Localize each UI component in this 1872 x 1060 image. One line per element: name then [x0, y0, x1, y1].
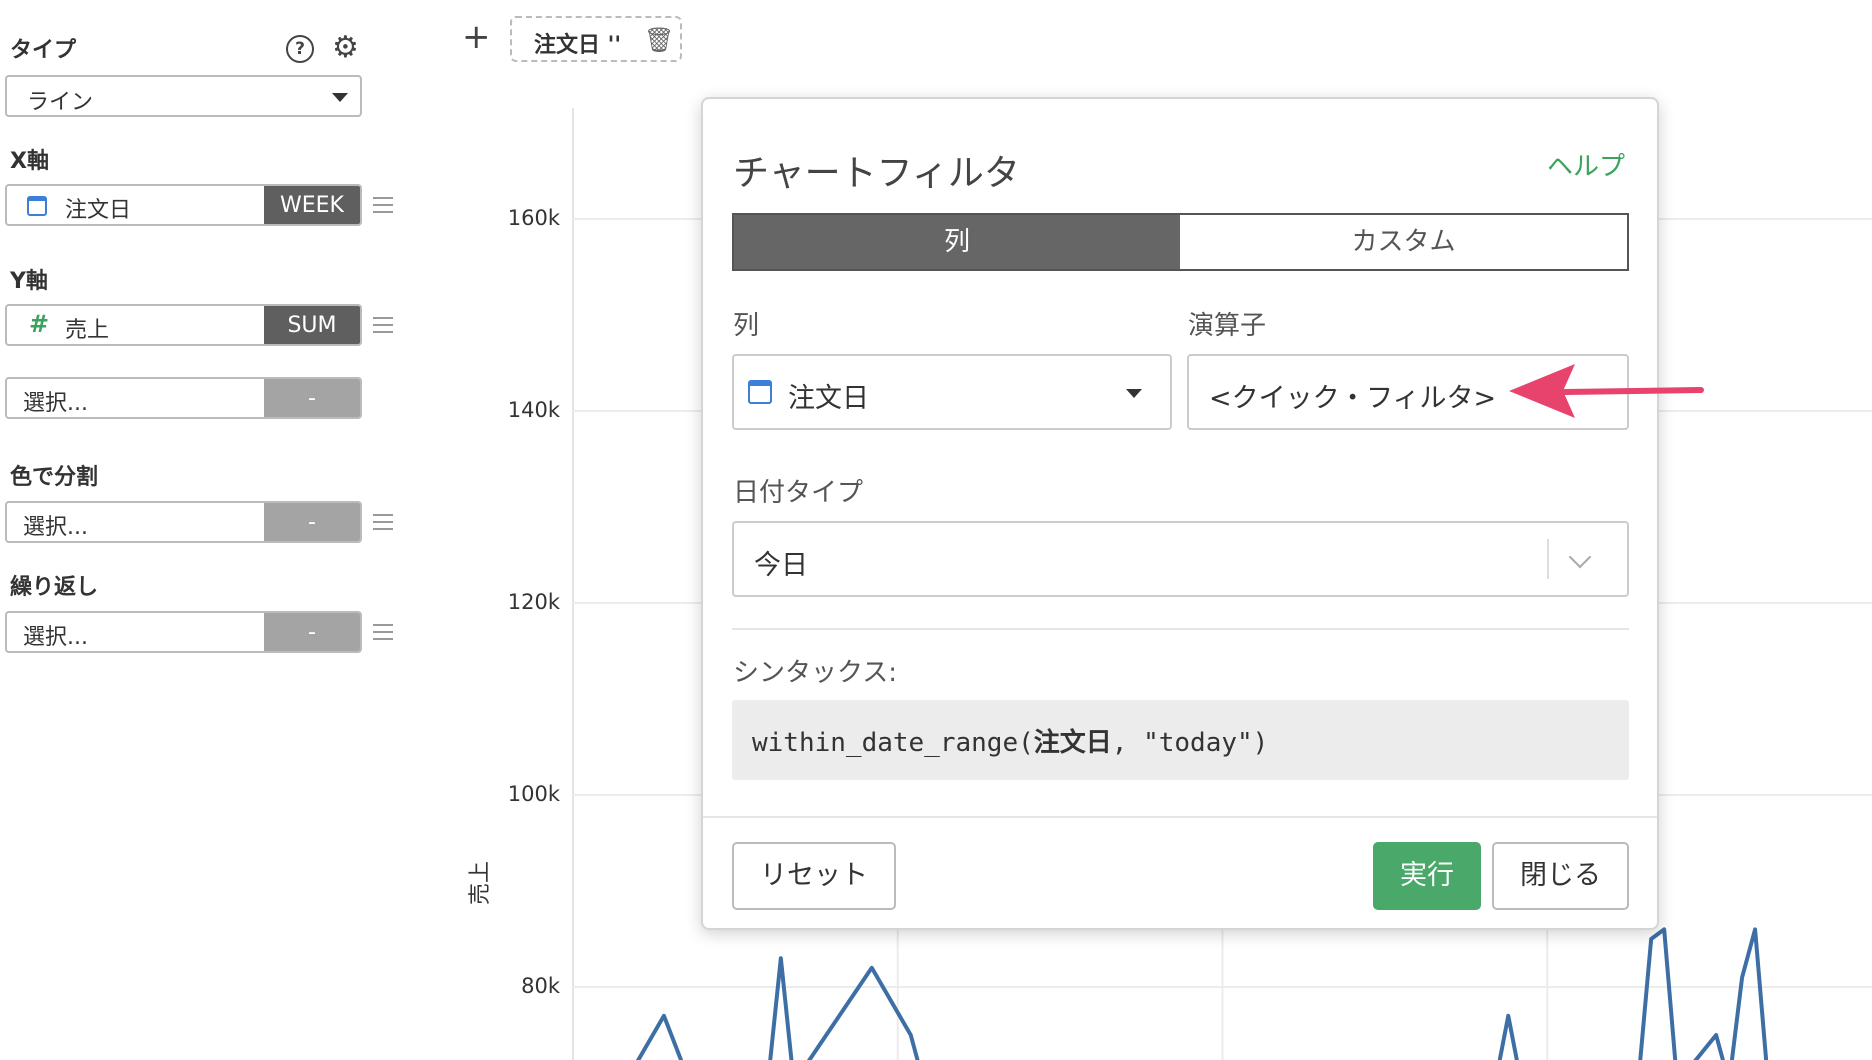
help-icon[interactable]: ?	[286, 35, 314, 63]
number-icon: #	[29, 310, 50, 338]
y-axis-2-agg-button[interactable]: -	[264, 379, 360, 417]
y-tick-100k: 100k	[507, 782, 560, 806]
column-select-value: 注文日	[788, 383, 869, 414]
date-type-label: 日付タイプ	[733, 478, 864, 508]
footer-divider	[703, 816, 1657, 818]
chevron-down-icon[interactable]	[1568, 545, 1592, 569]
repeat-menu-icon[interactable]	[373, 624, 393, 642]
trash-icon[interactable]: 🗑	[644, 26, 674, 54]
x-axis-agg-button[interactable]: WEEK	[264, 186, 360, 224]
add-filter-icon[interactable]: +	[462, 20, 491, 54]
help-link[interactable]: ヘルプ	[1547, 146, 1625, 183]
repeat-label: 繰り返し	[10, 575, 99, 600]
calendar-icon	[27, 196, 47, 216]
y-tick-160k: 160k	[507, 206, 560, 230]
x-axis-label: X軸	[10, 149, 49, 174]
y-axis-menu-icon[interactable]	[373, 317, 393, 335]
y-axis-column-name: 売上	[65, 318, 110, 343]
y-axis-label: 売上	[468, 860, 493, 905]
syntax-suffix: , "today")	[1111, 728, 1269, 758]
chart-type-select[interactable]: ライン	[5, 75, 362, 117]
column-label: 列	[733, 311, 760, 341]
y-axis-label: Y軸	[10, 269, 48, 294]
repeat-field[interactable]: 選択... -	[5, 611, 362, 653]
x-axis-field[interactable]: 注文日 WEEK	[5, 184, 362, 226]
repeat-agg-button[interactable]: -	[264, 613, 360, 651]
y-tick-120k: 120k	[507, 590, 560, 614]
y-tick-80k: 80k	[521, 974, 560, 998]
syntax-column: 注文日	[1033, 728, 1112, 758]
annotation-arrow	[1509, 364, 1704, 418]
y-axis-column-2[interactable]: 選択...	[7, 379, 266, 417]
syntax-label: シンタックス:	[733, 658, 897, 688]
operator-select-value: <クイック・フィルタ>	[1209, 383, 1497, 414]
repeat-column-name: 選択...	[23, 625, 88, 650]
y-axis-column-2-name: 選択...	[23, 391, 88, 416]
y-axis-field-2[interactable]: 選択... -	[5, 377, 362, 419]
tab-custom[interactable]: カスタム	[1180, 215, 1627, 269]
operator-label: 演算子	[1188, 311, 1267, 341]
tab-column[interactable]: 列	[734, 215, 1180, 269]
date-type-value: 今日	[754, 550, 808, 581]
x-axis-column[interactable]: 注文日	[7, 186, 266, 224]
chart-filter-dialog: チャートフィルタ ヘルプ 列 カスタム 列 演算子 注文日 <クイック・フィルタ…	[701, 97, 1659, 930]
color-split-agg-button[interactable]: -	[264, 503, 360, 541]
color-split-column-name: 選択...	[23, 515, 88, 540]
filter-chip[interactable]: 注文日 '' 🗑	[510, 16, 682, 62]
type-label: タイプ	[10, 38, 77, 63]
syntax-code: within_date_range(注文日, "today")	[752, 722, 1268, 759]
y-axis-agg-button[interactable]: SUM	[264, 306, 360, 344]
date-type-select[interactable]: 今日	[732, 521, 1629, 597]
caret-down-icon	[1126, 389, 1142, 398]
syntax-prefix: within_date_range(	[752, 728, 1034, 758]
calendar-icon	[748, 380, 772, 404]
divider	[732, 628, 1629, 630]
column-select[interactable]: 注文日	[732, 354, 1172, 430]
y-axis-column[interactable]: # 売上	[7, 306, 266, 344]
color-split-label: 色で分割	[10, 465, 99, 490]
filter-mode-tabs: 列 カスタム	[732, 213, 1629, 271]
y-axis-field[interactable]: # 売上 SUM	[5, 304, 362, 346]
chart-type-value: ライン	[27, 90, 94, 115]
caret-down-icon	[332, 93, 348, 102]
series-line	[635, 927, 1769, 1060]
x-axis-menu-icon[interactable]	[373, 197, 393, 215]
chart-config-sidebar: タイプ ? ⚙ ライン X軸 注文日 WEEK Y軸 # 売上 SUM 選択..…	[0, 0, 420, 1060]
y-tick-140k: 140k	[507, 398, 560, 422]
dialog-title: チャートフィルタ	[733, 153, 1020, 194]
gear-icon[interactable]: ⚙	[332, 33, 359, 63]
reset-button[interactable]: リセット	[732, 842, 896, 910]
color-split-menu-icon[interactable]	[373, 514, 393, 532]
color-split-column[interactable]: 選択...	[7, 503, 266, 541]
select-separator	[1547, 539, 1549, 579]
run-button[interactable]: 実行	[1373, 842, 1481, 910]
x-axis-column-name: 注文日	[65, 198, 132, 223]
color-split-field[interactable]: 選択... -	[5, 501, 362, 543]
close-button[interactable]: 閉じる	[1492, 842, 1629, 910]
syntax-box: within_date_range(注文日, "today")	[732, 700, 1629, 780]
filter-chip-label: 注文日 ''	[534, 33, 622, 58]
repeat-column[interactable]: 選択...	[7, 613, 266, 651]
